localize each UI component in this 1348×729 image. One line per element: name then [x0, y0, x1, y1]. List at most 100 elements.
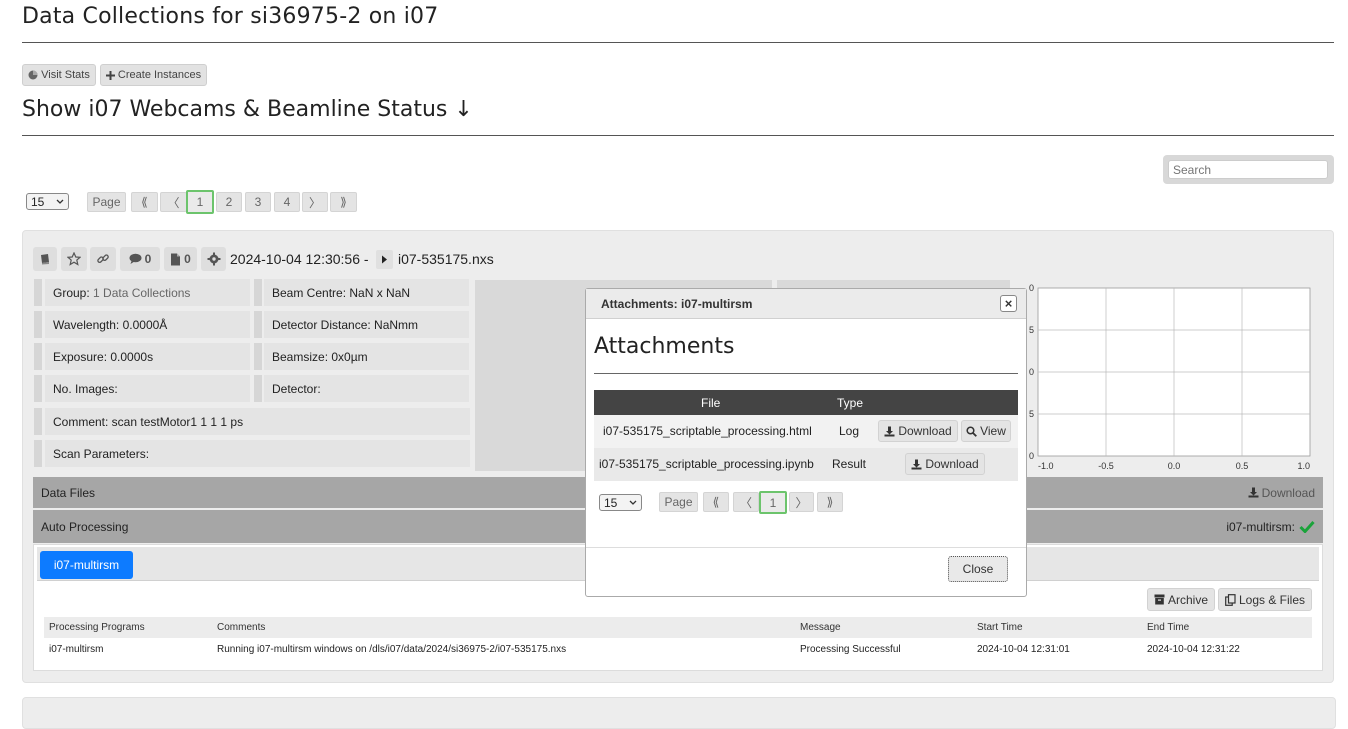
x-tick-label: -0.5 — [1098, 461, 1114, 471]
page-label: Page — [87, 192, 126, 212]
per-page-value: 15 — [31, 194, 45, 209]
x-tick-label: -1.0 — [1038, 461, 1054, 471]
modal-title: Attachments: i07-multirsm — [601, 297, 753, 311]
row-marker — [254, 343, 262, 370]
wavelength: Wavelength: 0.0000Å — [45, 311, 250, 338]
group-link[interactable]: 1 Data Collections — [93, 286, 190, 300]
attachment-file: i07-535175_scriptable_processing.ipynb — [599, 457, 814, 471]
x-tick-label: 1.0 — [1297, 461, 1310, 471]
visit-stats-button[interactable]: Visit Stats — [22, 64, 96, 86]
y-tick-label: 0 — [1029, 451, 1034, 461]
row-end-time: 2024-10-04 12:31:22 — [1147, 644, 1240, 655]
per-page-select[interactable]: 15 — [26, 193, 69, 210]
pie-chart-icon — [28, 70, 38, 80]
favourite-button[interactable] — [61, 247, 87, 271]
auto-processing-status-label: i07-multirsm: — [1226, 519, 1295, 534]
logs-files-button[interactable]: Logs & Files — [1218, 588, 1312, 611]
attachment-file: i07-535175_scriptable_processing.html — [603, 424, 812, 438]
col-processing-programs: Processing Programs — [49, 622, 145, 633]
title-divider — [22, 42, 1334, 43]
webcams-toggle[interactable]: Show i07 Webcams & Beamline Status ↓ — [22, 97, 473, 122]
page-3-button[interactable]: 3 — [245, 192, 271, 212]
y-tick-label: 0 — [1029, 283, 1034, 293]
attachment-download-button[interactable]: Download — [905, 453, 985, 475]
modal-first-page-button[interactable]: ⟪ — [703, 492, 729, 512]
group-label: Group: — [53, 285, 90, 300]
attachments-button[interactable]: 0 — [164, 247, 197, 271]
first-page-button[interactable]: ⟪ — [131, 192, 158, 212]
modal-next-page-button[interactable]: 〉 — [789, 492, 814, 512]
row-marker — [254, 279, 262, 306]
modal-per-page-value: 15 — [604, 495, 618, 510]
close-icon: × — [1004, 296, 1013, 311]
col-file: File — [701, 396, 721, 410]
create-instances-button[interactable]: Create Instances — [100, 64, 207, 86]
comments-button[interactable]: 0 — [120, 247, 160, 271]
archive-button[interactable]: Archive — [1147, 588, 1215, 611]
row-marker — [34, 343, 42, 370]
modal-prev-page-button[interactable]: 〈 — [733, 492, 759, 512]
comment: Comment: scan testMotor1 1 1 1 ps — [45, 408, 470, 435]
attachments-modal: Attachments: i07-multirsm × Attachments … — [585, 288, 1027, 597]
modal-header: Attachments: i07-multirsm × — [586, 289, 1026, 319]
search-input[interactable] — [1168, 160, 1328, 179]
book-icon — [39, 253, 51, 265]
tab-i07-multirsm[interactable]: i07-multirsm — [40, 551, 133, 579]
modal-page-label: Page — [659, 492, 698, 512]
download-label: Download — [898, 424, 952, 438]
row-program: i07-multirsm — [49, 644, 104, 655]
page-1-button[interactable]: 1 — [186, 190, 214, 214]
chevron-down-icon — [629, 500, 637, 506]
last-page-button[interactable]: ⟫ — [330, 192, 357, 212]
attachment-download-button[interactable]: Download — [878, 420, 958, 442]
col-start-time: Start Time — [977, 622, 1023, 633]
attachment-type: Result — [832, 457, 867, 471]
modal-close-button[interactable]: Close — [948, 556, 1008, 582]
attachments-table-header — [594, 390, 1018, 415]
detector: Detector: — [264, 375, 469, 402]
page-2-button[interactable]: 2 — [216, 192, 242, 212]
link-icon — [96, 252, 110, 266]
download-label: Download — [925, 457, 979, 471]
play-icon — [381, 255, 388, 264]
webcams-divider — [22, 135, 1334, 136]
next-page-button[interactable]: 〉 — [302, 192, 328, 212]
search-wrapper — [1163, 155, 1334, 184]
file-icon — [170, 253, 181, 266]
visit-stats-label: Visit Stats — [41, 69, 90, 81]
settings-button[interactable] — [201, 247, 226, 271]
plus-icon — [105, 70, 115, 80]
gear-icon — [207, 252, 221, 266]
y-tick-label: 5 — [1029, 325, 1034, 335]
col-comments: Comments — [217, 622, 266, 633]
modal-page-1-button[interactable]: 1 — [759, 491, 787, 514]
row-marker — [34, 311, 42, 338]
no-images: No. Images: — [45, 375, 250, 402]
modal-close-x-button[interactable]: × — [1000, 295, 1017, 312]
prev-page-button[interactable]: 〈 — [160, 192, 187, 212]
modal-per-page-select[interactable]: 15 — [599, 494, 642, 511]
modal-footer-divider — [586, 547, 1026, 548]
attachment-view-button[interactable]: View — [961, 420, 1011, 442]
data-files-download-label: Download — [1261, 485, 1315, 500]
row-marker — [34, 408, 42, 435]
next-collection-panel — [22, 697, 1336, 729]
row-message: Processing Successful — [800, 644, 901, 655]
download-icon — [911, 459, 922, 470]
plot-svg: -1.0 -0.5 0.0 0.5 1.0 0 5 0 5 0 — [1029, 283, 1311, 471]
page-4-button[interactable]: 4 — [274, 192, 300, 212]
archive-label: Archive — [1167, 592, 1208, 607]
attachments-count: 0 — [184, 252, 191, 266]
row-marker — [34, 375, 42, 402]
play-button[interactable] — [376, 250, 393, 269]
modal-last-page-button[interactable]: ⟫ — [817, 492, 843, 512]
auto-processing-label: Auto Processing — [41, 519, 129, 534]
logbook-button[interactable] — [33, 247, 57, 271]
permalink-button[interactable] — [90, 247, 116, 271]
logs-files-label: Logs & Files — [1238, 592, 1306, 607]
star-icon — [67, 252, 81, 266]
comments-count: 0 — [144, 252, 152, 266]
beam-centre: Beam Centre: NaN x NaN — [264, 279, 469, 306]
data-files-download[interactable]: Download — [1248, 486, 1315, 500]
exposure: Exposure: 0.0000s — [45, 343, 250, 370]
